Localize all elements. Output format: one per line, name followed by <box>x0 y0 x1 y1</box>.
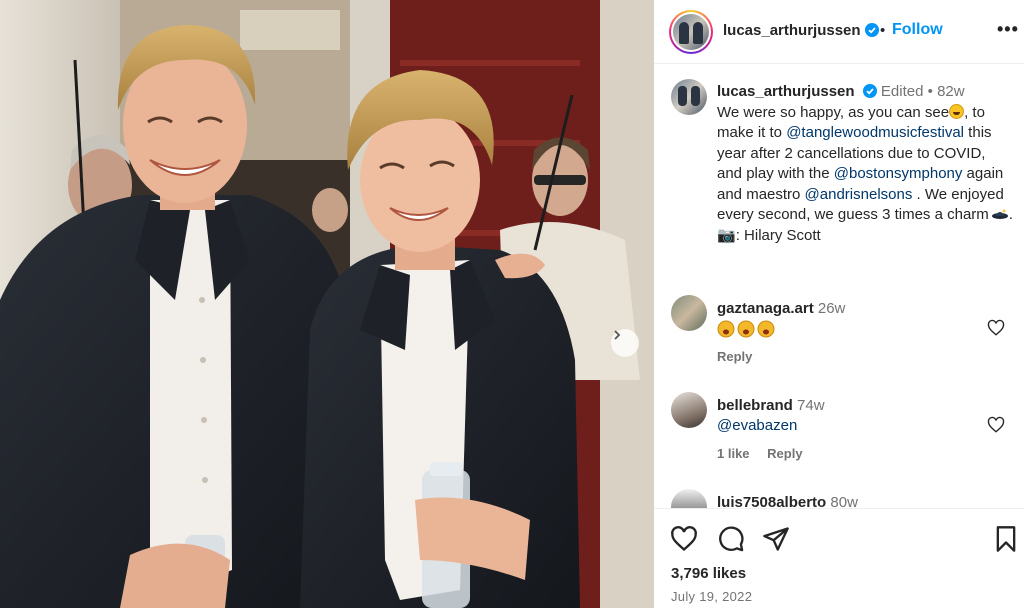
post-header: lucas_arthurjussen • Follow ••• <box>654 0 1024 64</box>
post-photo[interactable] <box>0 0 654 608</box>
caption-separator: • <box>927 83 933 100</box>
mention-link[interactable]: @evabazen <box>717 417 797 434</box>
commenter-avatar[interactable] <box>671 295 707 331</box>
post-actions-bar: 3,796 likes July 19, 2022 <box>654 508 1024 608</box>
mention-link[interactable]: @andrisnelsons <box>805 186 913 203</box>
comment-actions: Reply <box>717 349 766 364</box>
caption-time[interactable]: 82w <box>937 83 965 100</box>
camera-emoji-icon: 📷 <box>717 226 736 244</box>
likes-count[interactable]: 3,796 likes <box>671 565 746 582</box>
heart-icon[interactable] <box>987 319 1005 337</box>
verified-badge-icon <box>862 84 877 98</box>
reply-button[interactable]: Reply <box>717 349 752 364</box>
caption-text: . <box>1008 206 1013 223</box>
caption-avatar[interactable] <box>671 79 707 115</box>
emoji-row-icon <box>717 320 775 338</box>
grinning-sweat-emoji-icon <box>949 103 965 119</box>
author-avatar[interactable] <box>669 10 713 54</box>
comment-likes-count[interactable]: 1 like <box>717 446 750 461</box>
edited-label: Edited <box>880 83 924 100</box>
post-caption: lucas_arthurjussen Edited • 82w We were … <box>717 82 1013 246</box>
comment-time[interactable]: 26w <box>818 300 846 317</box>
photo-illustration <box>0 0 654 608</box>
comment-actions: 1 like Reply <box>717 446 817 461</box>
caption-text: We were so happy, as you can see <box>717 103 950 121</box>
commenter-username[interactable]: luis7508alberto <box>717 494 826 508</box>
comment-header: luis7508alberto 80w <box>717 493 858 508</box>
caption-username[interactable]: lucas_arthurjussen <box>717 83 855 100</box>
save-bookmark-icon[interactable] <box>992 525 1020 553</box>
comment-header: gaztanaga.art 26w <box>717 299 845 319</box>
comment-body <box>717 320 777 342</box>
post-side-panel: lucas_arthurjussen • Follow ••• lucas_ar… <box>654 0 1024 608</box>
commenter-avatar[interactable] <box>671 489 707 508</box>
author-username[interactable]: lucas_arthurjussen <box>723 22 879 39</box>
mention-link[interactable]: @bostonsymphony <box>834 165 963 182</box>
follow-button[interactable]: Follow <box>892 21 943 39</box>
more-options-button[interactable]: ••• <box>997 20 1019 38</box>
like-heart-icon[interactable] <box>670 525 698 553</box>
author-username-text[interactable]: lucas_arthurjussen <box>723 22 861 39</box>
commenter-username[interactable]: gaztanaga.art <box>717 300 814 317</box>
carousel-next-button[interactable] <box>611 329 639 357</box>
comment-icon[interactable] <box>717 525 745 553</box>
commenter-username[interactable]: bellebrand <box>717 397 793 414</box>
comment-header: bellebrand 74w <box>717 396 825 416</box>
comment-time[interactable]: 80w <box>830 494 858 508</box>
mention-link[interactable]: @tanglewoodmusicfestival <box>786 124 964 141</box>
commenter-avatar[interactable] <box>671 392 707 428</box>
comment-time[interactable]: 74w <box>797 397 825 414</box>
header-separator: • <box>880 22 886 39</box>
chevron-right-icon <box>614 330 621 340</box>
reply-button[interactable]: Reply <box>767 446 802 461</box>
post-date[interactable]: July 19, 2022 <box>671 589 752 604</box>
comments-list[interactable]: lucas_arthurjussen Edited • 82w We were … <box>654 65 1024 508</box>
share-icon[interactable] <box>762 525 790 553</box>
caption-text: : Hilary Scott <box>735 226 821 244</box>
heart-icon[interactable] <box>987 416 1005 434</box>
sparkle-hat-emoji-icon <box>991 209 1008 219</box>
verified-badge-icon <box>864 23 879 37</box>
comment-body: @evabazen <box>717 417 797 434</box>
